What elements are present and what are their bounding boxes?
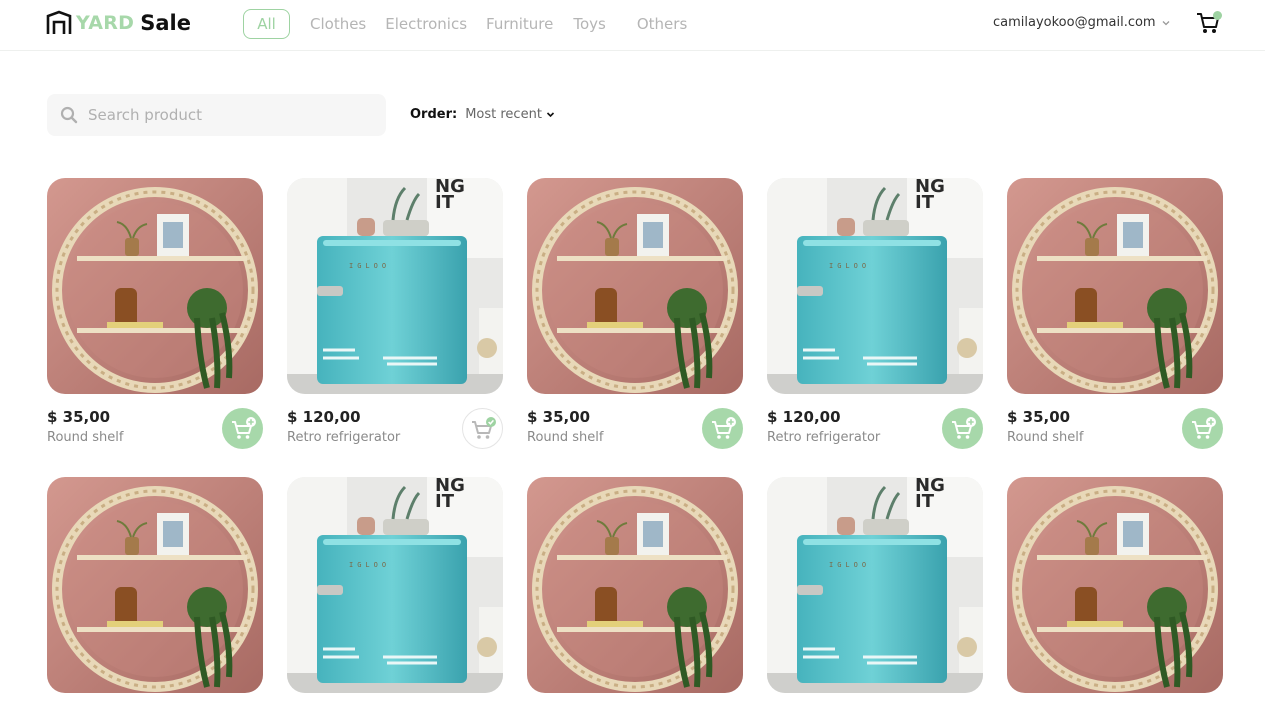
product-image[interactable] [527,477,743,693]
product-info: $ 35,00 Round shelf [527,394,743,450]
account-menu[interactable]: camilayokoo@gmail.com [993,15,1170,30]
product-name: Retro refrigerator [287,430,401,445]
cart-check-icon [471,416,496,439]
product-card[interactable]: $ 35,00 Round shelf [1007,178,1223,450]
product-image[interactable] [287,477,503,693]
product-name: Round shelf [1007,430,1084,445]
product-card[interactable] [767,477,983,693]
nav-item-all[interactable]: All [243,9,290,39]
product-image[interactable] [47,178,263,394]
brand-logo[interactable]: YARD Sale [46,9,191,37]
added-to-cart-button[interactable] [462,408,503,449]
product-name: Retro refrigerator [767,430,881,445]
product-image[interactable] [767,477,983,693]
product-name: Round shelf [527,430,604,445]
nav-item-toys[interactable]: Toys [573,15,605,33]
product-price: $ 35,00 [1007,408,1071,426]
order-label: Order: [410,107,458,122]
product-price: $ 35,00 [47,408,111,426]
product-info: $ 35,00 Round shelf [1007,394,1223,450]
category-nav: All Clothes Electronics Furniture Toys O… [243,9,687,39]
chevron-down-icon [546,112,554,118]
cart-add-icon [711,416,736,439]
product-card[interactable]: $ 120,00 Retro refrigerator [287,178,503,450]
product-info: $ 120,00 Retro refrigerator [767,394,983,450]
product-card[interactable] [47,477,263,693]
product-image[interactable] [1007,477,1223,693]
search-bar [47,94,386,136]
product-card[interactable]: $ 35,00 Round shelf [527,178,743,450]
add-to-cart-button[interactable] [222,408,263,449]
nav-item-electronics[interactable]: Electronics [385,15,467,33]
nav-item-others[interactable]: Others [637,15,687,33]
nav-item-furniture[interactable]: Furniture [486,15,553,33]
product-card[interactable] [287,477,503,693]
product-info: $ 120,00 Retro refrigerator [287,394,503,450]
add-to-cart-button[interactable] [942,408,983,449]
add-to-cart-button[interactable] [1182,408,1223,449]
product-card[interactable] [1007,477,1223,693]
product-info: $ 35,00 Round shelf [47,394,263,450]
product-image[interactable] [1007,178,1223,394]
product-image[interactable] [47,477,263,693]
cart-notification-dot [1213,11,1222,20]
cart-add-icon [1191,416,1216,439]
logo-accent-text: YARD [76,12,135,34]
nav-item-clothes[interactable]: Clothes [310,15,366,33]
search-input[interactable] [88,106,368,124]
product-price: $ 120,00 [287,408,361,426]
house-logo-icon [46,10,72,34]
product-card[interactable] [527,477,743,693]
product-card[interactable]: $ 120,00 Retro refrigerator [767,178,983,450]
product-card[interactable]: $ 35,00 Round shelf [47,178,263,450]
product-name: Round shelf [47,430,124,445]
logo-main-text: Sale [140,11,191,35]
search-icon [60,106,78,124]
product-image[interactable] [767,178,983,394]
chevron-down-icon [1162,20,1170,25]
cart-add-icon [951,416,976,439]
cart-add-icon [231,416,256,439]
order-dropdown[interactable]: Order: Most recent [410,107,555,122]
product-image[interactable] [527,178,743,394]
account-email: camilayokoo@gmail.com [993,15,1156,30]
order-value: Most recent [465,107,542,122]
product-price: $ 120,00 [767,408,841,426]
product-price: $ 35,00 [527,408,591,426]
top-header: YARD Sale All Clothes Electronics Furnit… [0,0,1265,51]
add-to-cart-button[interactable] [702,408,743,449]
product-image[interactable] [287,178,503,394]
